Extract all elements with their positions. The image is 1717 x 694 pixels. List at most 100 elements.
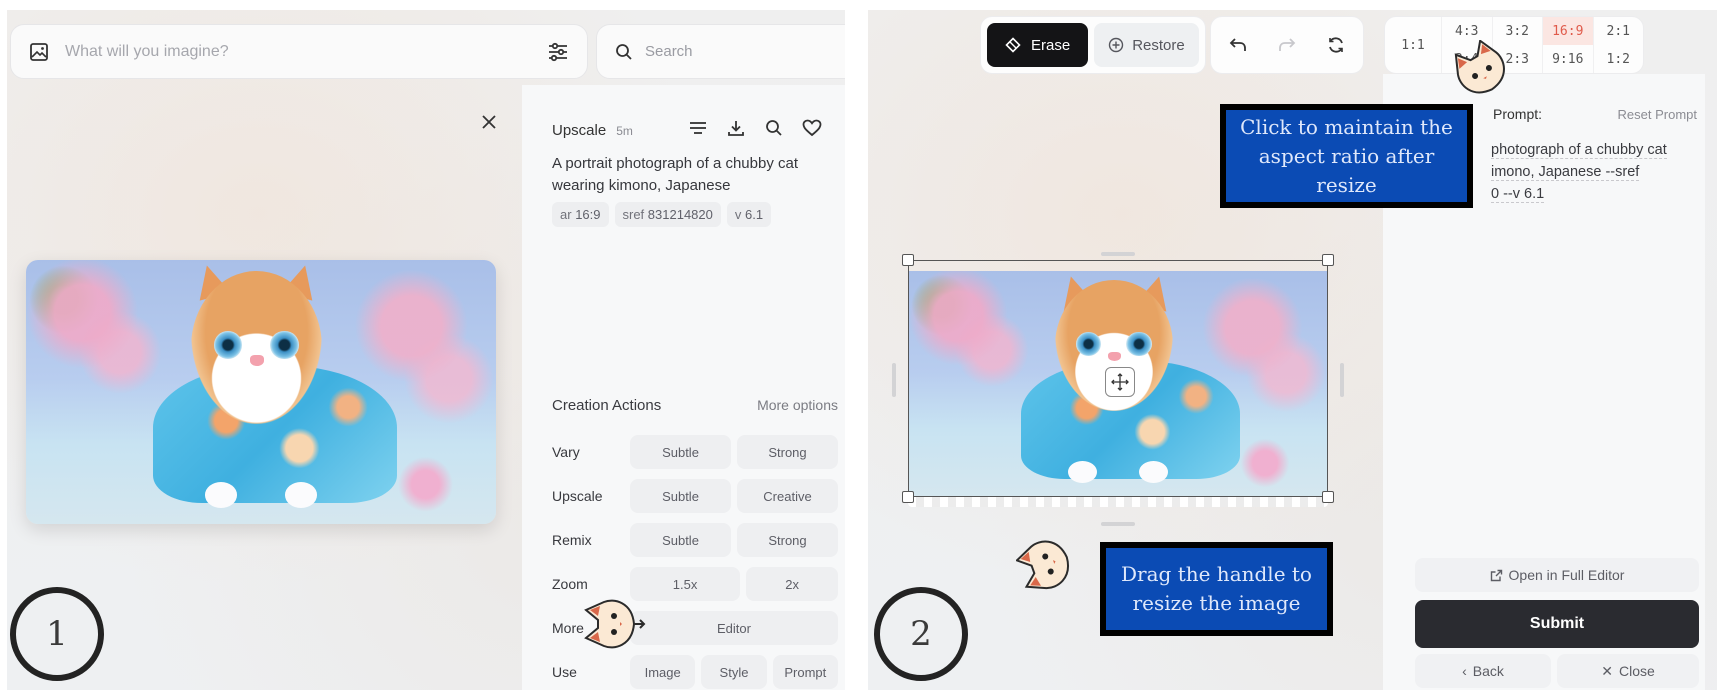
tag-key: sref bbox=[622, 207, 645, 222]
step-badge: 1 bbox=[10, 587, 104, 681]
parameter-tags: ar 16:9 sref 831214820 v 6.1 bbox=[552, 202, 772, 227]
search-bar[interactable]: Search bbox=[596, 24, 845, 79]
restore-button[interactable]: Restore bbox=[1094, 23, 1199, 67]
cat-mascot-pointer-icon bbox=[1454, 40, 1505, 94]
ratio-2-1[interactable]: 2:1 bbox=[1592, 17, 1644, 45]
image-details-panel: Upscale 5m A portrait photograph of a ch… bbox=[522, 85, 845, 690]
resize-handle-bottom-right[interactable] bbox=[1322, 491, 1334, 503]
job-type: Upscale bbox=[552, 122, 607, 139]
search-input[interactable]: Search bbox=[645, 43, 693, 60]
move-arrows-icon bbox=[1111, 373, 1129, 391]
cat-mascot-pointer-icon bbox=[1016, 540, 1069, 590]
zoom-2x-button[interactable]: 2x bbox=[746, 567, 838, 601]
back-label: Back bbox=[1472, 663, 1504, 679]
resize-handle-top-left[interactable] bbox=[902, 254, 914, 266]
upscale-creative-button[interactable]: Creative bbox=[737, 479, 838, 513]
search-icon[interactable] bbox=[763, 117, 785, 139]
top-resize-grip[interactable] bbox=[1101, 252, 1135, 256]
time-ago: 5m bbox=[616, 124, 633, 138]
erase-restore-toolbar: Erase Restore bbox=[980, 16, 1206, 74]
use-prompt-button[interactable]: Prompt bbox=[772, 655, 838, 689]
action-row-use: Use Image Style Prompt bbox=[552, 655, 838, 689]
action-label: Use bbox=[552, 664, 577, 680]
ratio-1-2[interactable]: 1:2 bbox=[1592, 45, 1644, 73]
vary-subtle-button[interactable]: Subtle bbox=[630, 435, 731, 469]
back-button[interactable]: ‹ Back bbox=[1415, 654, 1551, 688]
image-icon[interactable] bbox=[29, 42, 49, 62]
close-icon[interactable] bbox=[477, 110, 501, 134]
history-toolbar bbox=[1210, 16, 1364, 74]
bottom-resize-grip[interactable] bbox=[1101, 522, 1135, 526]
tag-value: 831214820 bbox=[647, 207, 713, 222]
cat-paw bbox=[284, 481, 318, 509]
action-label: Vary bbox=[552, 444, 580, 460]
external-link-icon bbox=[1490, 569, 1502, 581]
reset-prompt-link[interactable]: Reset Prompt bbox=[1618, 107, 1697, 122]
details-actions bbox=[687, 117, 823, 139]
editor-button[interactable]: Editor bbox=[630, 611, 838, 645]
ratio-16-9-selected[interactable]: 16:9 bbox=[1542, 17, 1593, 45]
details-header: Upscale 5m bbox=[552, 122, 633, 139]
settings-sliders-icon[interactable] bbox=[547, 41, 569, 63]
tag-key: v bbox=[734, 207, 742, 222]
move-handle[interactable] bbox=[1105, 367, 1135, 397]
tag-aspect-ratio[interactable]: ar 16:9 bbox=[552, 202, 609, 227]
action-row-remix: Remix Subtle Strong bbox=[552, 523, 838, 557]
remix-strong-button[interactable]: Strong bbox=[737, 523, 838, 557]
prompt-line: 0 --v 6.1 bbox=[1491, 186, 1545, 203]
action-row-vary: Vary Subtle Strong bbox=[552, 435, 838, 469]
creation-actions-title: Creation Actions bbox=[552, 397, 662, 414]
generated-image[interactable] bbox=[26, 260, 496, 524]
resize-handle-top-right[interactable] bbox=[1322, 254, 1334, 266]
aspect-ratio-selector: 1:1 4:3 3:2 16:9 2:1 3:4 2:3 9:16 1:2 bbox=[1384, 16, 1644, 74]
action-label: Remix bbox=[552, 532, 592, 548]
prompt-line: photograph of a chubby cat bbox=[1491, 142, 1667, 159]
redo-icon bbox=[1279, 38, 1296, 51]
right-resize-grip[interactable] bbox=[1340, 363, 1344, 397]
tag-value: 6.1 bbox=[745, 207, 764, 222]
transparent-extension-area bbox=[908, 497, 1328, 507]
open-full-editor-label: Open in Full Editor bbox=[1508, 567, 1625, 583]
upscale-subtle-button[interactable]: Subtle bbox=[630, 479, 731, 513]
use-style-button[interactable]: Style bbox=[701, 655, 767, 689]
vary-strong-button[interactable]: Strong bbox=[737, 435, 838, 469]
restore-label: Restore bbox=[1132, 36, 1185, 54]
cat-eye bbox=[270, 331, 299, 359]
redo-button[interactable] bbox=[1266, 23, 1309, 67]
left-resize-grip[interactable] bbox=[892, 363, 896, 397]
search-icon bbox=[615, 43, 633, 61]
callout-resize: Drag the handle to resize the image bbox=[1100, 542, 1333, 636]
resize-handle-bottom-left[interactable] bbox=[902, 491, 914, 503]
more-options-link[interactable]: More options bbox=[757, 397, 838, 413]
ratio-9-16[interactable]: 9:16 bbox=[1542, 45, 1593, 73]
reset-button[interactable] bbox=[1314, 23, 1357, 67]
undo-button[interactable] bbox=[1217, 23, 1260, 67]
callout-aspect-ratio: Click to maintain the aspect ratio after… bbox=[1220, 104, 1473, 208]
step-2-panel: Erase Restore 1:1 4:3 3:2 16:9 2:1 3:4 2… bbox=[868, 10, 1717, 690]
plus-circle-icon bbox=[1108, 37, 1124, 53]
imagine-prompt-bar[interactable]: What will you imagine? bbox=[10, 24, 588, 79]
menu-lines-icon[interactable] bbox=[687, 117, 709, 139]
tag-version[interactable]: v 6.1 bbox=[726, 202, 772, 227]
action-label: Upscale bbox=[552, 488, 603, 504]
erase-label: Erase bbox=[1031, 36, 1071, 54]
ratio-1-1[interactable]: 1:1 bbox=[1385, 17, 1441, 73]
download-icon[interactable] bbox=[725, 117, 747, 139]
prompt-editor[interactable]: photograph of a chubby cat imono, Japane… bbox=[1491, 139, 1691, 205]
tag-sref[interactable]: sref 831214820 bbox=[614, 202, 721, 227]
heart-icon[interactable] bbox=[801, 117, 823, 139]
zoom-1-5x-button[interactable]: 1.5x bbox=[630, 567, 741, 601]
remix-subtle-button[interactable]: Subtle bbox=[630, 523, 731, 557]
cat-eye bbox=[214, 331, 243, 359]
prompt-line: imono, Japanese --sref bbox=[1491, 164, 1640, 181]
close-icon: ✕ bbox=[1601, 662, 1613, 679]
imagine-input[interactable]: What will you imagine? bbox=[65, 43, 547, 61]
cat-head bbox=[190, 270, 323, 424]
open-full-editor-button[interactable]: Open in Full Editor bbox=[1415, 558, 1699, 592]
cat-nose bbox=[250, 355, 265, 366]
use-image-button[interactable]: Image bbox=[630, 655, 696, 689]
step-1-panel: What will you imagine? Search Upscale 5m… bbox=[7, 10, 845, 690]
close-button[interactable]: ✕ Close bbox=[1557, 654, 1699, 688]
erase-button[interactable]: Erase bbox=[987, 23, 1089, 67]
submit-button[interactable]: Submit bbox=[1415, 600, 1699, 648]
